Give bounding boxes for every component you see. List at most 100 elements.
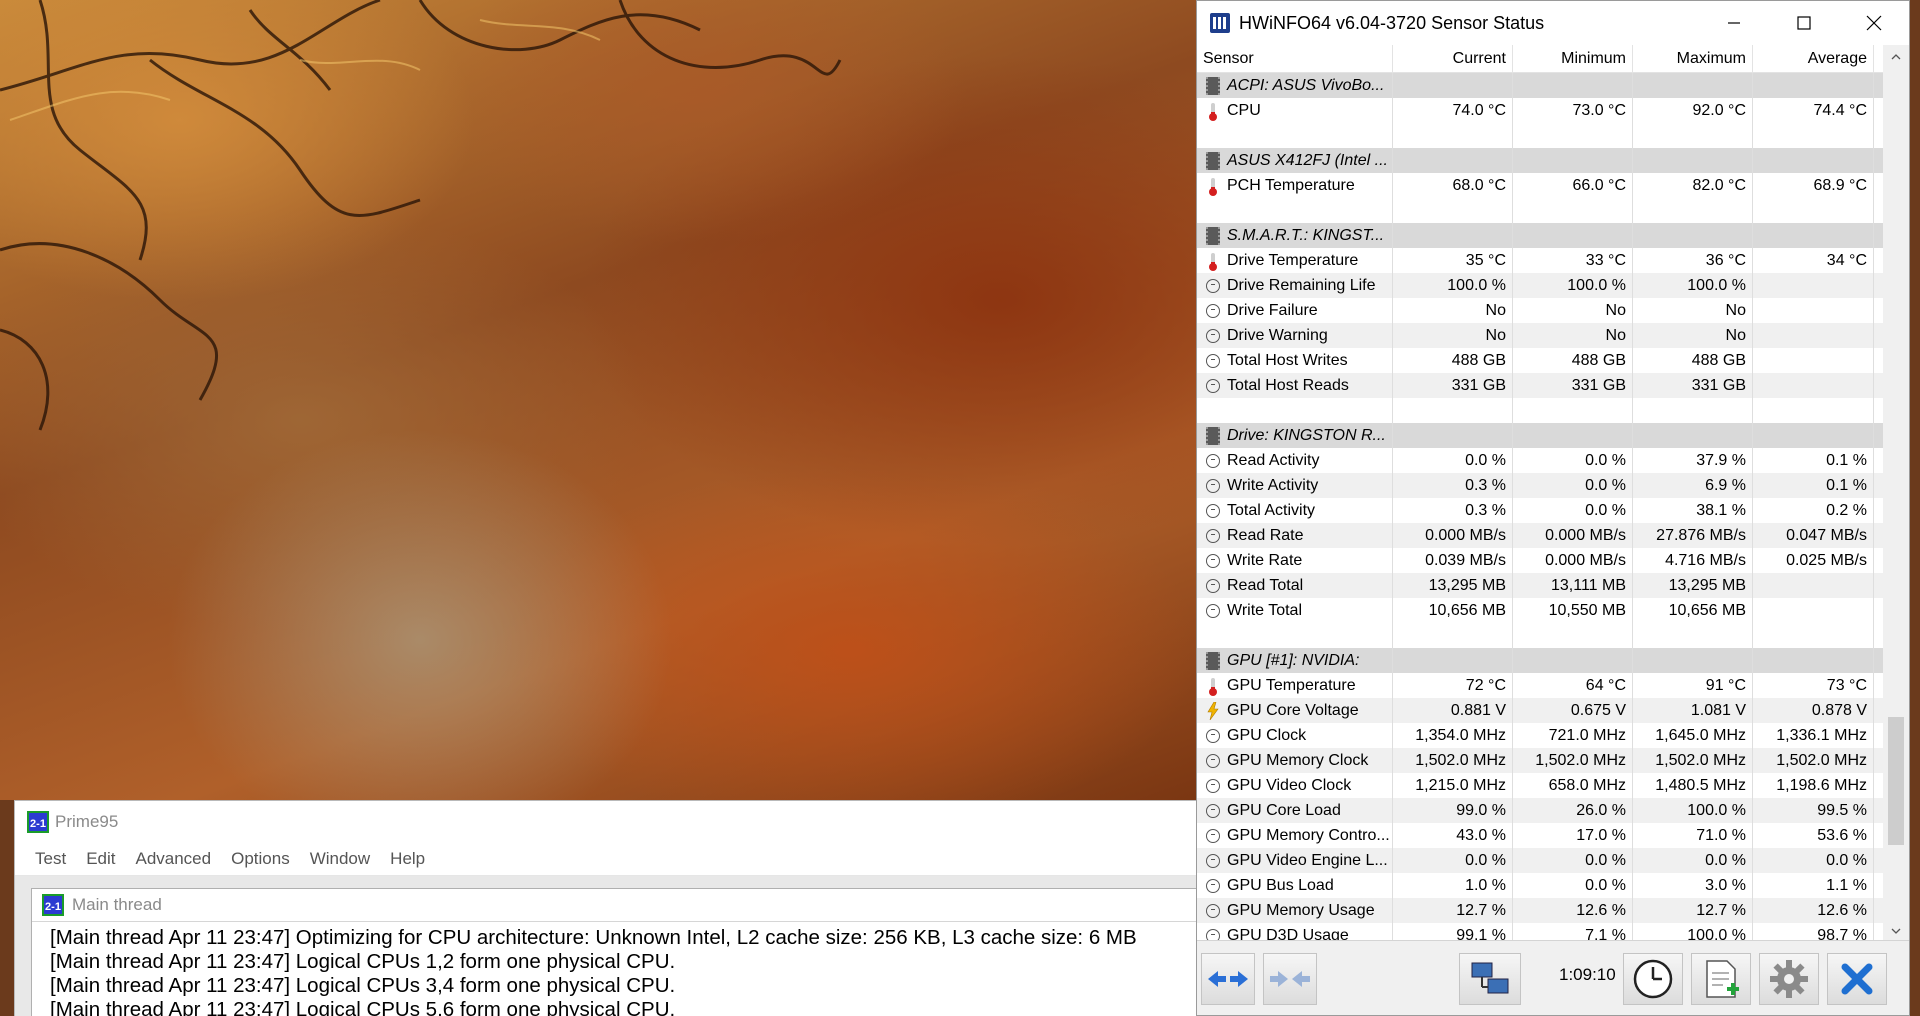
sensor-value: 73.0 °C bbox=[1572, 102, 1626, 119]
sensor-row[interactable]: GPU Memory Contro... 43.0 % 17.0 % 71.0 % 53… bbox=[1197, 823, 1883, 848]
sensor-group-row[interactable]: ASUS X412FJ (Intel ... bbox=[1197, 148, 1883, 173]
scrollbar-thumb[interactable] bbox=[1888, 717, 1904, 845]
sensor-row[interactable]: GPU Core Voltage 0.881 V 0.675 V 1.081 V 0.8… bbox=[1197, 698, 1883, 723]
sensor-avg-value: 12.6 % bbox=[1753, 898, 1874, 923]
logging-button[interactable] bbox=[1691, 953, 1751, 1005]
sensor-row[interactable]: GPU Memory Clock 1,502.0 MHz 1,502.0 MHz 1,… bbox=[1197, 748, 1883, 773]
nav-collapse-button[interactable] bbox=[1263, 953, 1317, 1005]
sensor-max-value: 1.081 V bbox=[1633, 698, 1753, 723]
settings-button[interactable] bbox=[1759, 953, 1819, 1005]
sensor-value: 100.0 % bbox=[1687, 277, 1746, 294]
sensor-row[interactable]: GPU Video Clock 1,215.0 MHz 658.0 MHz 1,480… bbox=[1197, 773, 1883, 798]
sensor-row[interactable]: Total Host Writes 488 GB 488 GB 488 GB bbox=[1197, 348, 1883, 373]
sensor-name: CPU bbox=[1197, 98, 1393, 123]
menu-help[interactable]: Help bbox=[380, 849, 435, 869]
sensor-row[interactable]: GPU Memory Usage 12.7 % 12.6 % 12.7 % 12.6 % bbox=[1197, 898, 1883, 923]
sensor-avg-value bbox=[1753, 73, 1874, 98]
sensor-value: 488 GB bbox=[1571, 352, 1626, 369]
network-button[interactable] bbox=[1459, 953, 1521, 1005]
sensor-max-value: 1,480.5 MHz bbox=[1633, 773, 1753, 798]
hwinfo-titlebar[interactable]: HWiNFO64 v6.04-3720 Sensor Status bbox=[1197, 1, 1909, 45]
prime95-titlebar[interactable]: 2-1 Prime95 bbox=[15, 801, 1199, 843]
sensor-avg-value bbox=[1753, 573, 1874, 598]
column-header-average[interactable]: Average bbox=[1753, 45, 1874, 72]
sensor-row[interactable]: Drive Remaining Life 100.0 % 100.0 % 100.0 … bbox=[1197, 273, 1883, 298]
column-header-sensor[interactable]: Sensor bbox=[1197, 45, 1393, 72]
sensor-name: GPU Temperature bbox=[1197, 673, 1393, 698]
sensor-grid[interactable]: Sensor Current Minimum Maximum Average A… bbox=[1197, 45, 1883, 943]
maximize-button[interactable] bbox=[1769, 1, 1839, 45]
sensor-name: GPU [#1]: NVIDIA: bbox=[1197, 648, 1393, 673]
sensor-row[interactable]: GPU Video Engine L... 0.0 % 0.0 % 0.0 % 0.0 … bbox=[1197, 848, 1883, 873]
sensor-row[interactable]: Drive Temperature 35 °C 33 °C 36 °C 34 °C bbox=[1197, 248, 1883, 273]
svg-text:2-1: 2-1 bbox=[45, 901, 61, 913]
exit-button[interactable] bbox=[1827, 953, 1887, 1005]
sensor-label: Read Rate bbox=[1227, 527, 1304, 544]
sensor-avg-value: 1,502.0 MHz bbox=[1753, 748, 1874, 773]
sensor-value: 1.081 V bbox=[1690, 702, 1746, 719]
sensor-current-value: 100.0 % bbox=[1393, 273, 1513, 298]
sensor-current-value: 0.0 % bbox=[1393, 848, 1513, 873]
column-header-maximum[interactable]: Maximum bbox=[1633, 45, 1753, 72]
sensor-row[interactable]: GPU Clock 1,354.0 MHz 721.0 MHz 1,645.0 MHz… bbox=[1197, 723, 1883, 748]
sensor-avg-value bbox=[1753, 223, 1874, 248]
sensor-avg-value bbox=[1753, 148, 1874, 173]
sensor-row[interactable]: PCH Temperature 68.0 °C 66.0 °C 82.0 °C 68.9… bbox=[1197, 173, 1883, 198]
sensor-group-row[interactable]: ACPI: ASUS VivoBo... bbox=[1197, 73, 1883, 98]
scroll-up-icon[interactable] bbox=[1883, 45, 1909, 69]
sensor-row[interactable]: Read Rate 0.000 MB/s 0.000 MB/s 27.876 MB/s… bbox=[1197, 523, 1883, 548]
arrows-expand-icon bbox=[1208, 971, 1248, 987]
close-button[interactable] bbox=[1839, 1, 1909, 45]
sensor-min-value bbox=[1513, 398, 1633, 423]
menu-options[interactable]: Options bbox=[221, 849, 300, 869]
column-header-minimum[interactable]: Minimum bbox=[1513, 45, 1633, 72]
column-header-current[interactable]: Current bbox=[1393, 45, 1513, 72]
sensor-name: Drive Failure bbox=[1197, 298, 1393, 323]
sensor-row[interactable]: Read Total 13,295 MB 13,111 MB 13,295 MB bbox=[1197, 573, 1883, 598]
sensor-current-value: 1,215.0 MHz bbox=[1393, 773, 1513, 798]
sensor-row[interactable]: Write Rate 0.039 MB/s 0.000 MB/s 4.716 MB/s… bbox=[1197, 548, 1883, 573]
sensor-group-row[interactable]: GPU [#1]: NVIDIA: bbox=[1197, 648, 1883, 673]
window-controls bbox=[1699, 1, 1909, 45]
sensor-row[interactable]: Read Activity 0.0 % 0.0 % 37.9 % 0.1 % bbox=[1197, 448, 1883, 473]
menu-edit[interactable]: Edit bbox=[76, 849, 125, 869]
sensor-group-row[interactable]: Drive: KINGSTON R... bbox=[1197, 423, 1883, 448]
sensor-row[interactable]: GPU Temperature 72 °C 64 °C 91 °C 73 °C bbox=[1197, 673, 1883, 698]
sensor-row[interactable]: Drive Failure No No No bbox=[1197, 298, 1883, 323]
sensor-max-value: 1,645.0 MHz bbox=[1633, 723, 1753, 748]
sensor-value: 35 °C bbox=[1465, 252, 1506, 269]
sensor-group-row[interactable]: S.M.A.R.T.: KINGST... bbox=[1197, 223, 1883, 248]
minimize-button[interactable] bbox=[1699, 1, 1769, 45]
sensor-min-value: 721.0 MHz bbox=[1513, 723, 1633, 748]
sensor-row[interactable]: Total Activity 0.3 % 0.0 % 38.1 % 0.2 % bbox=[1197, 498, 1883, 523]
clock-icon bbox=[1205, 827, 1221, 845]
spacer-row bbox=[1197, 623, 1883, 648]
menu-window[interactable]: Window bbox=[300, 849, 380, 869]
sensor-max-value: 4.716 MB/s bbox=[1633, 548, 1753, 573]
sensor-value: 13,295 MB bbox=[1668, 577, 1746, 594]
sensor-row[interactable]: CPU 74.0 °C 73.0 °C 92.0 °C 74.4 °C bbox=[1197, 98, 1883, 123]
sensor-row[interactable]: Drive Warning No No No bbox=[1197, 323, 1883, 348]
clock-icon bbox=[1205, 277, 1221, 295]
sensor-row[interactable]: GPU Bus Load 1.0 % 0.0 % 3.0 % 1.1 % bbox=[1197, 873, 1883, 898]
menu-test[interactable]: Test bbox=[25, 849, 76, 869]
menu-advanced[interactable]: Advanced bbox=[125, 849, 221, 869]
nav-expand-button[interactable] bbox=[1201, 953, 1255, 1005]
sensor-max-value: 1,502.0 MHz bbox=[1633, 748, 1753, 773]
reset-timer-button[interactable] bbox=[1623, 953, 1683, 1005]
sensor-value: 53.6 % bbox=[1817, 827, 1867, 844]
sensor-value: 99.5 % bbox=[1817, 802, 1867, 819]
vertical-scrollbar[interactable] bbox=[1883, 45, 1909, 943]
sensor-avg-value bbox=[1753, 398, 1874, 423]
log-output[interactable]: [Main thread Apr 11 23:47] Optimizing fo… bbox=[32, 922, 1199, 1016]
sensor-row[interactable]: Total Host Reads 331 GB 331 GB 331 GB bbox=[1197, 373, 1883, 398]
sensor-value: 72 °C bbox=[1465, 677, 1506, 694]
sensor-row[interactable]: Write Activity 0.3 % 0.0 % 6.9 % 0.1 % bbox=[1197, 473, 1883, 498]
sensor-name: Read Activity bbox=[1197, 448, 1393, 473]
sensor-row[interactable]: Write Total 10,656 MB 10,550 MB 10,656 MB bbox=[1197, 598, 1883, 623]
log-line: [Main thread Apr 11 23:47] Logical CPUs … bbox=[50, 950, 676, 973]
main-thread-titlebar[interactable]: 2-1 Main thread bbox=[32, 889, 1199, 922]
sensor-name: GPU Video Engine L... bbox=[1197, 848, 1393, 873]
clock-icon bbox=[1205, 502, 1221, 520]
sensor-row[interactable]: GPU Core Load 99.0 % 26.0 % 100.0 % 99.5 % bbox=[1197, 798, 1883, 823]
